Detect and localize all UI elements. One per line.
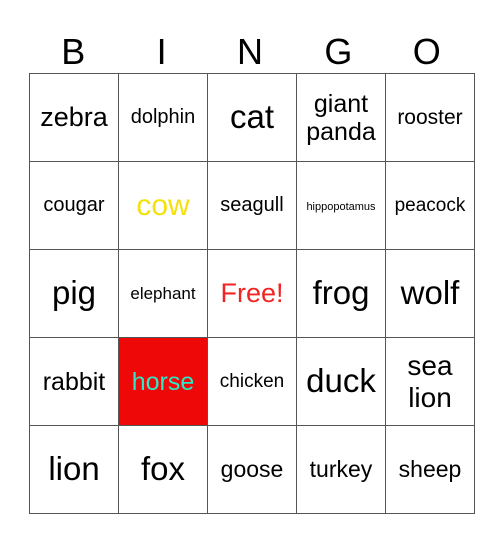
- header-letter-b: B: [61, 31, 86, 72]
- bingo-cell-b3[interactable]: pig: [29, 249, 119, 338]
- bingo-cell-o4[interactable]: sea lion: [385, 337, 475, 426]
- bingo-cell-n3[interactable]: Free!: [207, 249, 297, 338]
- bingo-cell-g4[interactable]: duck: [296, 337, 386, 426]
- bingo-cell-n1[interactable]: cat: [207, 73, 297, 162]
- bingo-cell-n5[interactable]: goose: [207, 425, 297, 514]
- bingo-cell-o5[interactable]: sheep: [385, 425, 475, 514]
- bingo-cell-o3[interactable]: wolf: [385, 249, 475, 338]
- card-row: cougar cow seagull hippopotamus peacock: [29, 161, 475, 250]
- cell-label: peacock: [394, 194, 466, 216]
- card-row: pig elephant Free! frog wolf: [29, 249, 475, 338]
- cell-label: Free!: [220, 278, 284, 309]
- cell-label: sheep: [398, 455, 462, 482]
- cell-label: lion: [48, 450, 100, 488]
- bingo-cell-i5[interactable]: fox: [118, 425, 208, 514]
- bingo-cell-i4[interactable]: horse: [118, 337, 208, 426]
- cell-label: fox: [140, 450, 186, 488]
- bingo-card-grid: zebra dolphin cat giant panda rooster cougar c…: [29, 73, 475, 514]
- header-letter-g: G: [324, 31, 353, 72]
- cell-label: frog: [312, 274, 370, 312]
- cell-label: cougar: [43, 194, 105, 217]
- bingo-cell-n2[interactable]: seagull: [207, 161, 297, 250]
- header-letter-i: I: [156, 31, 167, 72]
- cell-label: rooster: [397, 105, 463, 129]
- cell-label: wolf: [400, 274, 460, 312]
- bingo-cell-o2[interactable]: peacock: [385, 161, 475, 250]
- cell-label: chicken: [219, 370, 285, 392]
- cell-label: horse: [131, 367, 195, 396]
- cell-label: turkey: [309, 455, 373, 482]
- cell-label: cat: [229, 98, 275, 136]
- bingo-cell-g2[interactable]: hippopotamus: [296, 161, 386, 250]
- cell-label: pig: [51, 274, 97, 312]
- cell-label: seagull: [220, 194, 284, 217]
- bingo-cell-g1[interactable]: giant panda: [296, 73, 386, 162]
- bingo-cell-b5[interactable]: lion: [29, 425, 119, 514]
- bingo-cell-n4[interactable]: chicken: [207, 337, 297, 426]
- cell-label: goose: [220, 455, 284, 482]
- card-row: rabbit horse chicken duck sea lion: [29, 337, 475, 426]
- bingo-cell-b4[interactable]: rabbit: [29, 337, 119, 426]
- cell-label: hippopotamus: [306, 200, 376, 213]
- cell-label: elephant: [130, 283, 196, 303]
- cell-label: sea lion: [407, 350, 453, 413]
- bingo-header: B I N G O: [29, 30, 471, 74]
- bingo-cell-i2[interactable]: cow: [118, 161, 208, 250]
- bingo-cell-b1[interactable]: zebra: [29, 73, 119, 162]
- cell-label: dolphin: [130, 106, 196, 129]
- cell-label: cow: [136, 188, 190, 222]
- header-letter-o: O: [412, 31, 441, 72]
- cell-label: duck: [306, 362, 376, 400]
- bingo-cell-b2[interactable]: cougar: [29, 161, 119, 250]
- bingo-cell-o1[interactable]: rooster: [385, 73, 475, 162]
- cell-label: rabbit: [42, 367, 106, 396]
- cell-label: giant panda: [306, 89, 376, 146]
- bingo-cell-g5[interactable]: turkey: [296, 425, 386, 514]
- bingo-cell-i3[interactable]: elephant: [118, 249, 208, 338]
- card-row: zebra dolphin cat giant panda rooster: [29, 73, 475, 162]
- cell-label: zebra: [40, 102, 108, 133]
- bingo-cell-g3[interactable]: frog: [296, 249, 386, 338]
- bingo-cell-i1[interactable]: dolphin: [118, 73, 208, 162]
- card-row: lion fox goose turkey sheep: [29, 425, 475, 514]
- header-letter-n: N: [236, 31, 263, 72]
